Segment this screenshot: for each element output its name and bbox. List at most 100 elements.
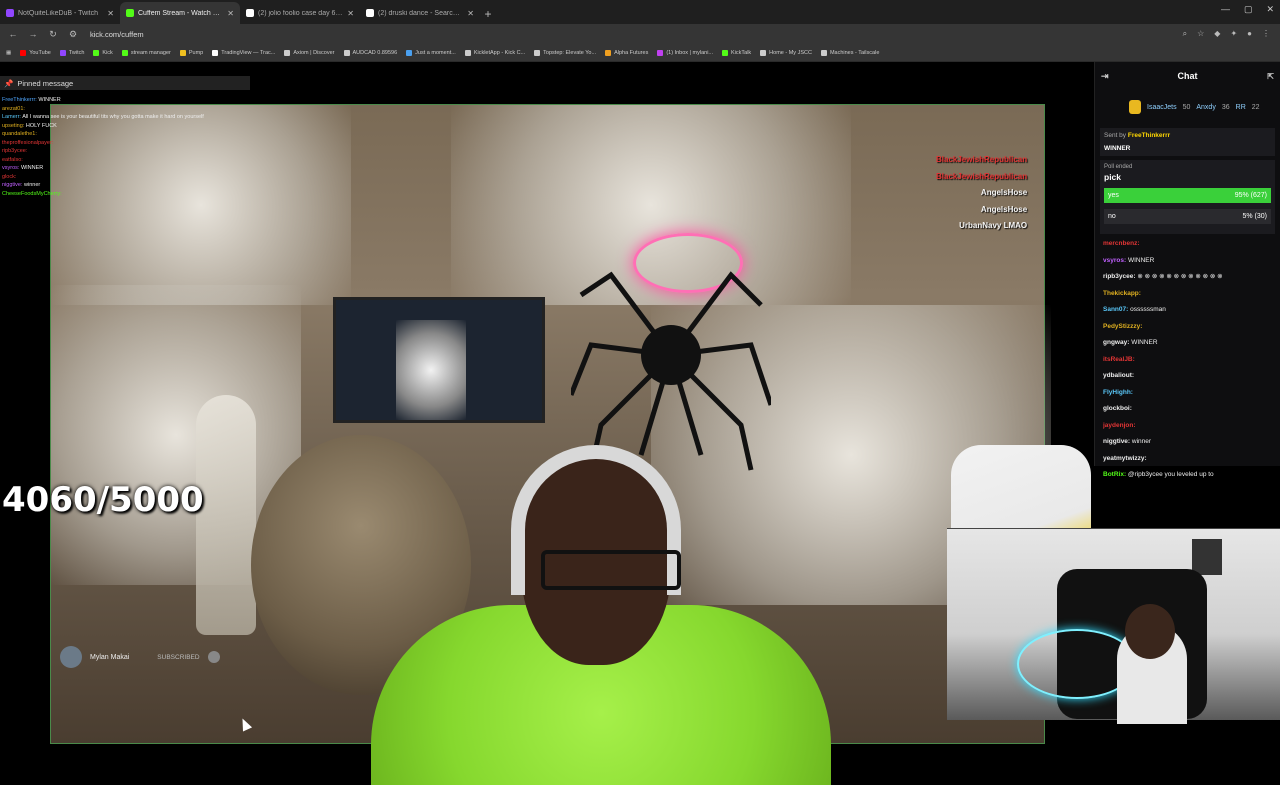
browser-tab[interactable]: NotQuiteLikeDuB - Twitch ✕ [0,2,120,24]
bookmark-item[interactable]: stream manager [121,49,171,56]
menu-icon[interactable]: ⋮ [1262,29,1270,39]
extension-icon[interactable]: ◆ [1214,29,1220,39]
chat-username[interactable]: jaydenjon: [1103,422,1136,429]
chat-username[interactable]: ydbaliout: [1103,372,1134,379]
chat-username: vsyros: [2,165,20,171]
chat-text: All I wanna see is your beautiful tits w… [22,114,204,120]
chat-username: FreeThinkerrr: [2,97,37,103]
bookmark-item[interactable]: Twitch [59,49,84,56]
chat-text: winner [24,182,41,188]
chat-pinned-message: Sent by FreeThinkerrr WINNER [1100,128,1275,156]
close-tab-icon[interactable]: ✕ [347,9,354,18]
avatar[interactable] [60,646,82,668]
bookmark-favicon [657,49,664,56]
bookmark-item[interactable]: Alpha Futures [605,49,648,56]
maximize-icon[interactable]: ▢ [1244,4,1253,15]
leader-name[interactable]: IsaacJets [1147,104,1177,111]
extensions-puzzle-icon[interactable]: ✦ [1230,29,1237,39]
bookmark-item[interactable]: TradingView — Trac... [212,49,275,56]
bookmark-star-icon[interactable]: ☆ [1197,29,1204,39]
overlay-pinned-message: 📌 Pinned message [0,76,250,90]
browser-tab[interactable]: (2) druski dance - Search / X ✕ [360,2,480,24]
poll-option-no[interactable]: no 5% (30) [1104,209,1271,224]
chat-poll: Poll ended pick yes 95% (627) no 5% (30) [1100,160,1275,234]
chat-username[interactable]: niggtive: [1103,438,1130,445]
chat-message: Thekickapp: [1103,286,1272,303]
chat-username[interactable]: PedyStizzzy: [1103,323,1142,330]
close-tab-icon[interactable]: ✕ [467,9,474,18]
bookmark-item[interactable]: AUDCAD 0.89596 [343,49,397,56]
chat-username: eatfalso: [2,156,23,163]
chat-username[interactable]: yeatmytwizzy: [1103,455,1147,462]
chat-username[interactable]: FlyHighh: [1103,389,1133,396]
tab-favicon [366,9,374,17]
alert-entry: BlackJewishRepublican [936,171,1028,181]
chat-username[interactable]: ripb3ycee: [1103,273,1136,280]
apps-icon[interactable]: ▦ [6,50,11,56]
subscriber-bar: Mylan Makai SUBSCRIBED [60,644,250,670]
bookmark-item[interactable]: Kick [93,49,113,56]
close-tab-icon[interactable]: ✕ [227,9,234,18]
bookmark-item[interactable]: Home - My JSCC [760,49,812,56]
bookmark-favicon [605,49,612,56]
subscriber-name[interactable]: Mylan Makai [90,654,129,661]
bookmark-item[interactable]: KickletApp - Kick C... [464,49,525,56]
overlay-chat-line: eatfalso: [2,156,247,165]
notification-bell-icon[interactable] [207,651,220,663]
poll-status: Poll ended [1104,164,1133,170]
bookmark-favicon [406,49,413,56]
bookmark-favicon [722,49,728,56]
bookmark-item[interactable]: YouTube [20,49,51,56]
chat-username[interactable]: vsyros: [1103,257,1126,264]
bookmark-favicon [121,49,128,56]
overlay-chat-line: glock: [2,173,247,182]
profile-avatar[interactable]: ● [1247,29,1252,39]
site-info-icon[interactable]: ⚙ [66,29,80,40]
bookmark-favicon [20,49,27,56]
close-icon[interactable]: ✕ [1266,4,1274,15]
bookmark-item[interactable]: Just a moment... [406,49,456,56]
bookmark-item[interactable]: Pump [179,49,203,56]
back-icon[interactable]: ← [6,29,20,39]
close-tab-icon[interactable]: ✕ [107,9,114,18]
bookmark-favicon [212,49,219,56]
bookmark-item[interactable]: Topstep: Elevate Yo... [534,49,596,56]
alert-entry: BlackJewishRepublican [936,155,1028,164]
chat-text: WINNER [1131,339,1158,346]
chat-popout-icon[interactable]: ⇱ [1267,72,1274,81]
bookmark-favicon [59,49,66,56]
chat-username[interactable]: mercnbenz: [1103,240,1139,247]
bookmark-favicon [343,49,350,56]
chat-username[interactable]: gngway: [1103,339,1129,346]
overlay-chat-line: CheeseFoodsMyCherry: [2,190,247,199]
bookmark-item[interactable]: (1) Inbox | mylani... [657,49,713,56]
browser-tab[interactable]: (2) jolio foolio case day 6 - Sea✕ [240,2,360,24]
bookmark-item[interactable]: KickTalk [722,49,751,56]
bookmark-favicon [464,49,471,56]
bookmark-item[interactable]: Machines - Tailscale [820,49,879,56]
chat-username[interactable]: glockboi: [1103,405,1132,412]
url-field[interactable]: kick.com/cuffem [90,30,1183,39]
reload-icon[interactable]: ↻ [46,29,60,40]
overlay-chat-line: upseting: HOLY FUCK [2,122,247,131]
zoom-icon[interactable]: ⌕ [1183,29,1187,39]
chat-username[interactable]: BotRix: [1103,471,1126,478]
chat-username[interactable]: itsRealJB: [1103,356,1135,363]
new-tab-button[interactable]: + [480,4,496,24]
tab-favicon [6,9,14,17]
spider-decoration [641,325,701,385]
chat-username: quandalethe1: [2,131,37,137]
poll-option-yes[interactable]: yes 95% (627) [1104,188,1271,203]
bookmark-item[interactable]: Axiom | Discover [284,49,335,56]
browser-tab-bar: NotQuiteLikeDuB - Twitch ✕ Cuffem Stream -… [0,0,1280,24]
chat-message: ydbaliout: [1103,368,1272,385]
chat-message: itsRealJB: [1103,352,1272,369]
minimize-icon[interactable]: — [1221,4,1230,15]
collapse-chat-icon[interactable]: ⇥ [1101,71,1109,82]
chat-username[interactable]: Sann07: [1103,306,1128,313]
chat-text: winner [1131,438,1152,445]
browser-tab[interactable]: Cuffem Stream - Watch Live ✕ [120,2,240,24]
forward-icon[interactable]: → [26,29,40,39]
chat-username[interactable]: Thekickapp: [1103,290,1141,297]
overlay-chat: FreeThinkerrr: WINNER arezat01: Lamerr: A… [2,96,247,198]
